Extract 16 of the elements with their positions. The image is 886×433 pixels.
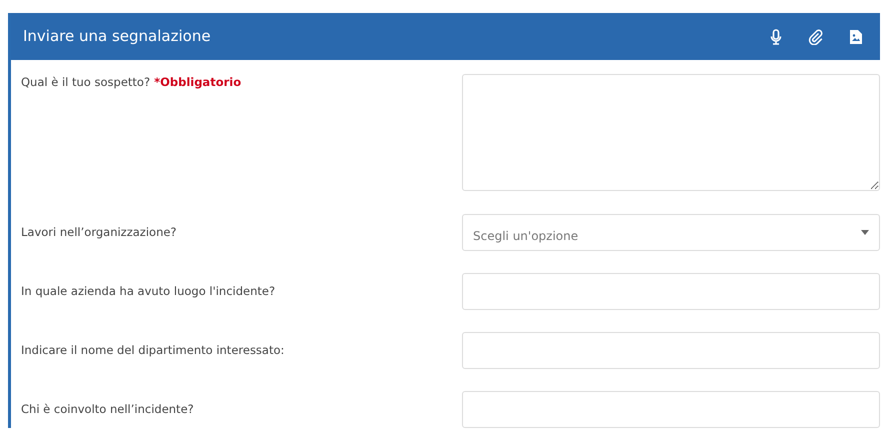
text-area[interactable]	[462, 74, 880, 191]
field-label: Indicare il nome del dipartimento interessato:	[21, 342, 284, 357]
field-label: In quale azienda ha avuto luogo l'incidente?	[21, 284, 276, 298]
required-note: *Obbligatorio	[154, 75, 242, 89]
panel-title: Inviare una segnalazione	[23, 26, 211, 48]
field-label: Qual è il tuo sospetto?	[21, 75, 150, 89]
field-label: Chi è coinvolto nell’incidente?	[21, 402, 194, 416]
microphone-icon[interactable]	[768, 28, 784, 44]
input-field[interactable]	[462, 273, 880, 310]
image-file-icon[interactable]	[848, 28, 864, 44]
select-field[interactable]: Scegli un'opzione	[462, 214, 880, 251]
input-field[interactable]	[462, 332, 880, 369]
caret-icon	[861, 230, 869, 235]
input-field[interactable]	[462, 391, 880, 428]
paperclip-icon[interactable]	[808, 28, 824, 44]
field-label: Lavori nell’organizzazione?	[21, 224, 177, 239]
